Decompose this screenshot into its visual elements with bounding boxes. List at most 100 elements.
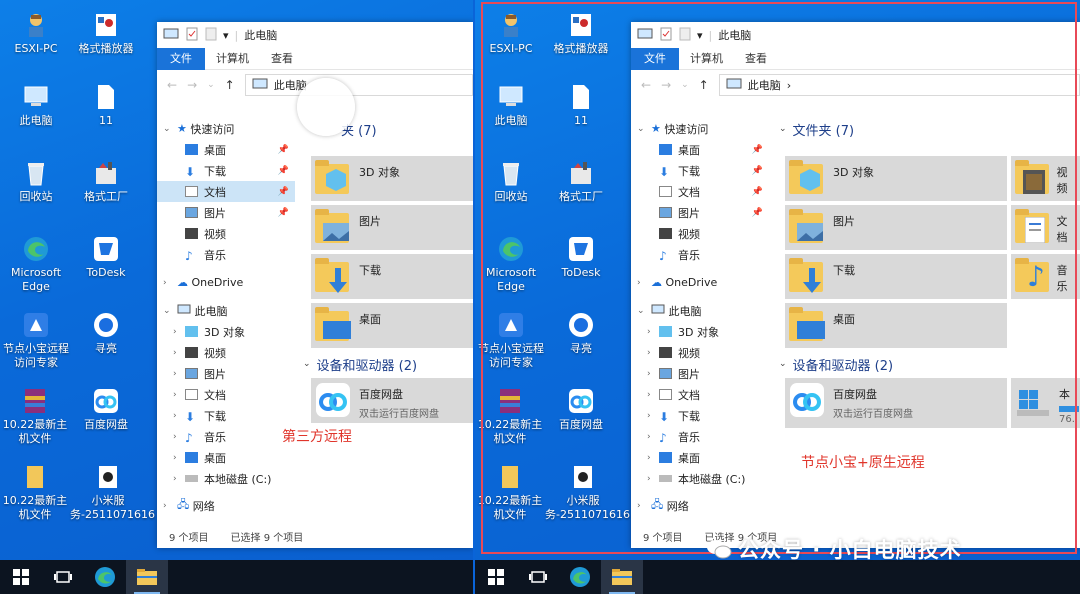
tab-computer[interactable]: 计算机	[205, 48, 260, 70]
address-chevron[interactable]: ›	[787, 79, 791, 92]
qat-dropdown-icon[interactable]: ▾	[697, 29, 703, 42]
nav-this-pc[interactable]: ⌄ 此电脑	[157, 300, 295, 321]
chevron-down-icon[interactable]: ⌄	[163, 124, 171, 134]
nav-network[interactable]: › 🖧 网络	[157, 495, 295, 516]
desktop-icon-esxi[interactable]: ESXI-PC	[4, 10, 68, 56]
start-button[interactable]	[475, 560, 517, 594]
desktop-icon-format-factory[interactable]: 格式工厂	[74, 158, 138, 204]
address-field[interactable]: 此电脑 ›	[718, 74, 1080, 96]
desktop-icon-xiaomi[interactable]: 小米服务-2511071616	[70, 462, 155, 522]
new-folder-icon[interactable]	[679, 27, 691, 44]
group-devices-header[interactable]: ⌄ 设备和驱动器 (2)	[779, 353, 893, 375]
nav-onedrive[interactable]: › ☁ OneDrive	[157, 272, 295, 293]
desktop-icon-player[interactable]: 格式播放器	[74, 10, 138, 56]
chevron-down-icon[interactable]: ⌄	[163, 306, 171, 316]
edge-taskbar-button[interactable]	[84, 560, 126, 594]
chevron-down-icon[interactable]: ⌄	[637, 124, 645, 134]
desktop-icon-xiaomi[interactable]: 小米服务-2511071616	[545, 462, 630, 522]
desktop-icon-11[interactable]: 11	[549, 82, 613, 128]
chevron-right-icon[interactable]: ›	[173, 432, 177, 442]
forward-icon[interactable]: →	[661, 78, 671, 92]
chevron-right-icon[interactable]: ›	[647, 432, 651, 442]
nav-pc-desktop[interactable]: › 桌面	[631, 447, 769, 468]
properties-icon[interactable]	[659, 27, 673, 44]
chevron-right-icon[interactable]: ›	[173, 411, 177, 421]
nav-pc-downloads[interactable]: › ⬇ 下载	[631, 405, 769, 426]
nav-downloads[interactable]: ⬇ 下载 📌	[631, 160, 769, 181]
desktop-icon-baidu[interactable]: 百度网盘	[549, 386, 613, 432]
tab-file[interactable]: 文件	[631, 47, 679, 70]
folder-tile-music[interactable]: ♪ 音乐	[1011, 254, 1080, 299]
tab-view[interactable]: 查看	[260, 48, 304, 70]
nav-this-pc[interactable]: ⌄ 此电脑	[631, 300, 769, 321]
nav-pc-documents[interactable]: › 文档	[157, 384, 295, 405]
desktop-icon-this-pc[interactable]: 此电脑	[4, 82, 68, 128]
new-folder-icon[interactable]	[205, 27, 217, 44]
qat-dropdown-icon[interactable]: ▾	[223, 29, 229, 42]
chevron-right-icon[interactable]: ›	[173, 474, 177, 484]
nav-local-disk[interactable]: › 本地磁盘 (C:)	[157, 468, 295, 489]
chevron-right-icon[interactable]: ›	[647, 369, 651, 379]
desktop-icon-folder-host[interactable]: 10.22最新主机文件	[475, 462, 545, 522]
properties-icon[interactable]	[185, 27, 199, 44]
chevron-right-icon[interactable]: ›	[173, 453, 177, 463]
chevron-right-icon[interactable]: ›	[637, 501, 641, 511]
start-button[interactable]	[0, 560, 42, 594]
nav-quick-access[interactable]: ⌄ ★ 快速访问	[157, 118, 295, 139]
nav-pictures[interactable]: 图片 📌	[157, 202, 295, 223]
desktop-icon-winrar[interactable]: 10.22最新主机文件	[0, 386, 70, 446]
nav-pc-videos[interactable]: › 视频	[157, 342, 295, 363]
nav-onedrive[interactable]: › ☁ OneDrive	[631, 272, 769, 293]
desktop-icon-this-pc[interactable]: 此电脑	[479, 82, 543, 128]
desktop-icon-recycle[interactable]: 回收站	[479, 158, 543, 204]
up-icon[interactable]: ↑	[699, 78, 709, 92]
desktop-icon-winrar[interactable]: 10.22最新主机文件	[475, 386, 545, 446]
nav-pictures[interactable]: 图片 📌	[631, 202, 769, 223]
folder-tile-3d[interactable]: 3D 对象	[311, 156, 473, 201]
drive-tile-local-disk[interactable]: 本 76.	[1011, 378, 1080, 428]
chevron-right-icon[interactable]: ›	[163, 278, 167, 288]
desktop-icon-recycle[interactable]: 回收站	[4, 158, 68, 204]
desktop-icon-todesk[interactable]: ToDesk	[549, 234, 613, 280]
chevron-right-icon[interactable]: ›	[637, 278, 641, 288]
task-view-button[interactable]	[42, 560, 84, 594]
nav-network[interactable]: › 🖧 网络	[631, 495, 769, 516]
folder-tile-desktop[interactable]: 桌面	[785, 303, 1007, 348]
chevron-right-icon[interactable]: ›	[647, 453, 651, 463]
task-view-button[interactable]	[517, 560, 559, 594]
folder-tile-downloads[interactable]: 下载	[785, 254, 1007, 299]
folder-tile-downloads[interactable]: 下载	[311, 254, 473, 299]
folder-tile-desktop[interactable]: 桌面	[311, 303, 473, 348]
folder-tile-documents[interactable]: 文档	[1011, 205, 1080, 250]
chevron-right-icon[interactable]: ›	[647, 327, 651, 337]
tab-computer[interactable]: 计算机	[679, 48, 734, 70]
nav-pc-music[interactable]: › ♪ 音乐	[631, 426, 769, 447]
nav-pc-downloads[interactable]: › ⬇ 下载	[157, 405, 295, 426]
nav-pc-videos[interactable]: › 视频	[631, 342, 769, 363]
folder-tile-pictures[interactable]: 图片	[785, 205, 1007, 250]
nav-videos[interactable]: 视频	[631, 223, 769, 244]
group-devices-header[interactable]: ⌄ 设备和驱动器 (2)	[303, 353, 417, 375]
desktop-icon-xunliang[interactable]: 寻亮	[549, 310, 613, 356]
file-explorer-taskbar-button[interactable]	[601, 560, 643, 594]
chevron-right-icon[interactable]: ›	[647, 390, 651, 400]
desktop-icon-11[interactable]: 11	[74, 82, 138, 128]
nav-documents[interactable]: 文档 📌	[157, 181, 295, 202]
nav-documents[interactable]: 文档 📌	[631, 181, 769, 202]
nav-pc-music[interactable]: › ♪ 音乐	[157, 426, 295, 447]
back-icon[interactable]: ←	[641, 78, 651, 92]
edge-taskbar-button[interactable]	[559, 560, 601, 594]
up-icon[interactable]: ↑	[225, 78, 235, 92]
back-icon[interactable]: ←	[167, 78, 177, 92]
nav-videos[interactable]: 视频	[157, 223, 295, 244]
nav-music[interactable]: ♪ 音乐	[157, 244, 295, 265]
address-field[interactable]: 此电脑	[244, 74, 473, 96]
forward-icon[interactable]: →	[187, 78, 197, 92]
chevron-right-icon[interactable]: ›	[173, 327, 177, 337]
desktop-icon-baidu[interactable]: 百度网盘	[74, 386, 138, 432]
nav-local-disk[interactable]: › 本地磁盘 (C:)	[631, 468, 769, 489]
desktop-icon-folder-host[interactable]: 10.22最新主机文件	[0, 462, 70, 522]
desktop-icon-edge[interactable]: Microsoft Edge	[479, 234, 543, 294]
chevron-right-icon[interactable]: ›	[173, 348, 177, 358]
desktop-icon-esxi[interactable]: ESXI-PC	[479, 10, 543, 56]
